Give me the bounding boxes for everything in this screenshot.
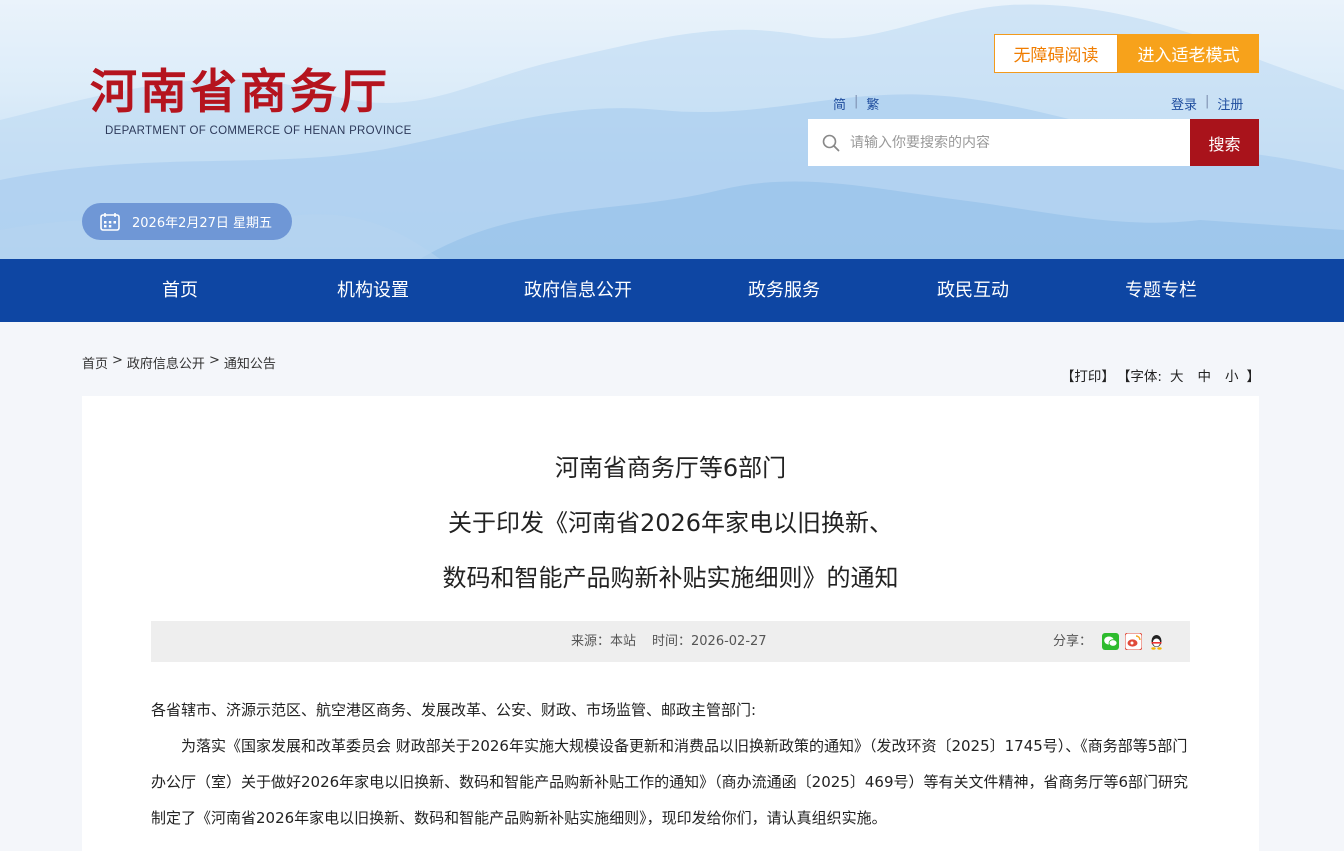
nav-item-interaction[interactable]: 政民互动 (937, 259, 1009, 322)
breadcrumb-gov-info-link[interactable]: 政府信息公开 (127, 353, 205, 372)
calendar-icon (100, 213, 120, 231)
register-link[interactable]: 注册 (1217, 94, 1243, 113)
search-input[interactable] (850, 134, 1170, 151)
font-size-close-bracket: 】 (1246, 369, 1261, 385)
article-title-line: 数码和智能产品购新补贴实施细则》的通知 (442, 564, 899, 592)
share-label: 分享： (1053, 634, 1093, 649)
language-switch: 简 | 繁 (833, 94, 879, 113)
nav-item-gov-info[interactable]: 政府信息公开 (524, 259, 632, 322)
breadcrumb-separator: > (112, 353, 123, 368)
article-title-line: 关于印发《河南省2026年家电以旧换新、 (447, 509, 894, 537)
main-nav: 首页 机构设置 政府信息公开 政务服务 政民互动 专题专栏 (0, 259, 1344, 322)
qq-icon[interactable] (1148, 633, 1165, 650)
site-logo-title[interactable]: 河南省商务厅 (90, 64, 390, 122)
font-medium-button[interactable]: 中 (1198, 365, 1212, 385)
breadcrumb-home-link[interactable]: 首页 (82, 353, 108, 372)
font-size-label: 【字体: (1116, 369, 1162, 385)
font-small-button[interactable]: 小 (1225, 365, 1239, 385)
share-icons (1102, 633, 1165, 650)
nav-item-organization[interactable]: 机构设置 (337, 259, 409, 322)
search-icon (822, 134, 840, 151)
wechat-icon[interactable] (1102, 633, 1119, 650)
article-meta-info: 来源：本站 时间：2026-02-27 (571, 621, 767, 662)
breadcrumb-separator: > (208, 353, 220, 368)
lang-simplified-link[interactable]: 简 (833, 94, 846, 113)
lang-traditional-link[interactable]: 繁 (866, 94, 879, 113)
date-badge: 2026年2月27日 星期五 (82, 203, 292, 240)
article-time: 时间：2026-02-27 (652, 634, 767, 649)
search-box (808, 119, 1190, 166)
article-tools: 【打印】 【字体: 大 中 小 】 (1061, 365, 1260, 385)
nav-item-gov-services[interactable]: 政务服务 (748, 259, 820, 322)
auth-separator: | (1205, 94, 1210, 109)
article-card: 河南省商务厅等6部门 关于印发《河南省2026年家电以旧换新、 数码和智能产品购… (82, 396, 1259, 851)
lang-separator: | (854, 94, 859, 109)
nav-item-home[interactable]: 首页 (162, 259, 198, 322)
breadcrumb-notices-link[interactable]: 通知公告 (224, 353, 276, 372)
weibo-icon[interactable] (1125, 633, 1142, 650)
article-source: 来源：本站 (571, 634, 637, 649)
auth-links: 登录 | 注册 (1171, 94, 1243, 113)
login-link[interactable]: 登录 (1171, 94, 1197, 113)
accessibility-reading-button[interactable]: 无障碍阅读 (994, 34, 1118, 73)
header-banner: 河南省商务厅 DEPARTMENT OF COMMERCE OF HENAN P… (0, 0, 1344, 259)
print-button[interactable]: 【打印】 (1061, 365, 1115, 385)
search-button[interactable]: 搜索 (1190, 119, 1259, 166)
nav-item-topics[interactable]: 专题专栏 (1125, 259, 1197, 322)
current-date: 2026年2月27日 星期五 (132, 216, 273, 231)
site-logo-subtitle: DEPARTMENT OF COMMERCE OF HENAN PROVINCE (105, 125, 412, 137)
article-title-line: 河南省商务厅等6部门 (554, 454, 787, 482)
font-large-button[interactable]: 大 (1170, 365, 1184, 385)
breadcrumb: 首页 > 政府信息公开 > 通知公告 (82, 353, 276, 372)
elder-mode-button[interactable]: 进入适老模式 (1118, 34, 1259, 73)
article-salutation: 各省辖市、济源示范区、航空港区商务、发展改革、公安、财政、市场监管、邮政主管部门… (151, 701, 757, 719)
article-meta-bar: 来源：本站 时间：2026-02-27 分享： (151, 621, 1190, 662)
article-paragraph: 为落实《国家发展和改革委员会 财政部关于2026年实施大规模设备更新和消费品以旧… (151, 737, 1189, 827)
